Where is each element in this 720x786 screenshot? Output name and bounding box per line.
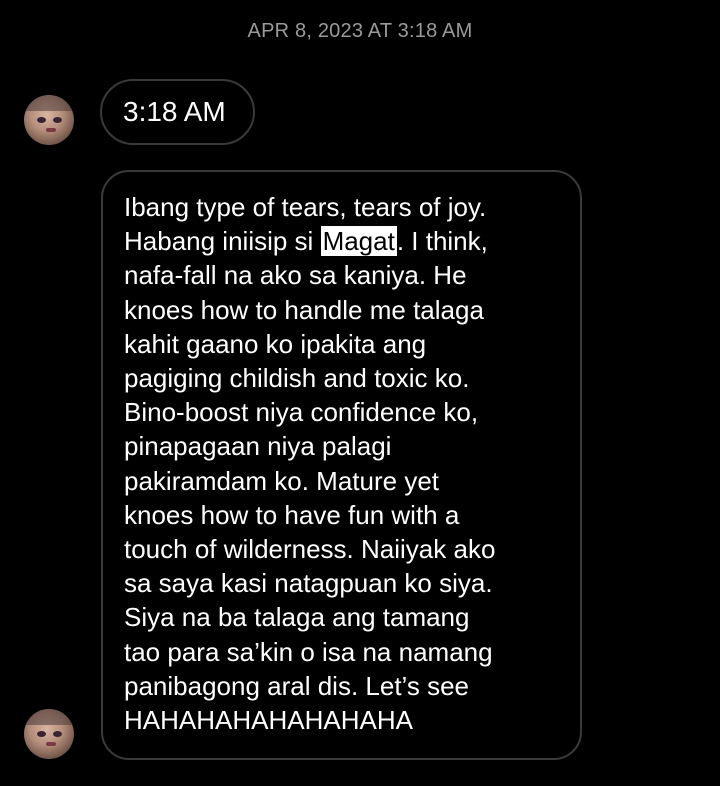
message-bubble-long[interactable]: Ibang type of tears, tears of joy. Haban… bbox=[101, 170, 582, 760]
message-line: HAHAHAHAHAHAHAHA bbox=[124, 705, 413, 736]
message-line: sa saya kasi natagpuan ko siya. bbox=[124, 568, 493, 599]
avatar-mouth bbox=[46, 128, 56, 132]
sender-avatar[interactable] bbox=[24, 709, 74, 759]
message-line: pakiramdam ko. Mature yet bbox=[124, 465, 440, 496]
message-line: pinapagaan niya palagi bbox=[124, 431, 392, 462]
message-line: knoes how to handle me talaga bbox=[124, 294, 484, 325]
message-line: tao para sa’kin o isa na namang bbox=[124, 636, 493, 667]
message-line: knoes how to have fun with a bbox=[124, 499, 460, 530]
avatar-hair bbox=[24, 709, 74, 725]
highlighted-name[interactable]: Magat bbox=[320, 226, 397, 257]
message-line: nafa-fall na ako sa kaniya. He bbox=[124, 260, 467, 291]
message-text: 3:18 AM bbox=[123, 96, 226, 127]
message-line-segment: Habang iniisip si bbox=[124, 226, 321, 257]
avatar-eye bbox=[53, 731, 62, 737]
message-line: panibagong aral dis. Let’s see bbox=[124, 670, 469, 701]
message-line: pagiging childish and toxic ko. bbox=[124, 363, 470, 394]
avatar-eye bbox=[53, 117, 62, 123]
message-line: Bino-boost niya confidence ko, bbox=[124, 397, 479, 428]
message-line-segment: . I think, bbox=[396, 226, 488, 257]
message-line: Siya na ba talaga ang tamang bbox=[124, 602, 470, 633]
avatar-hair bbox=[24, 95, 74, 111]
message-line: touch of wilderness. Naiiyak ako bbox=[124, 534, 496, 565]
message-line: kahit gaano ko ipakita ang bbox=[124, 328, 427, 359]
message-line: Habang iniisip si Magat. I think, bbox=[124, 224, 560, 258]
avatar-mouth bbox=[46, 742, 56, 746]
sender-avatar[interactable] bbox=[24, 95, 74, 145]
conversation-timestamp: APR 8, 2023 AT 3:18 AM bbox=[247, 20, 473, 42]
message-line: Ibang type of tears, tears of joy. bbox=[124, 192, 487, 222]
message-bubble-time[interactable]: 3:18 AM bbox=[100, 79, 255, 145]
avatar-eye bbox=[37, 117, 46, 123]
avatar-eye bbox=[37, 731, 46, 737]
